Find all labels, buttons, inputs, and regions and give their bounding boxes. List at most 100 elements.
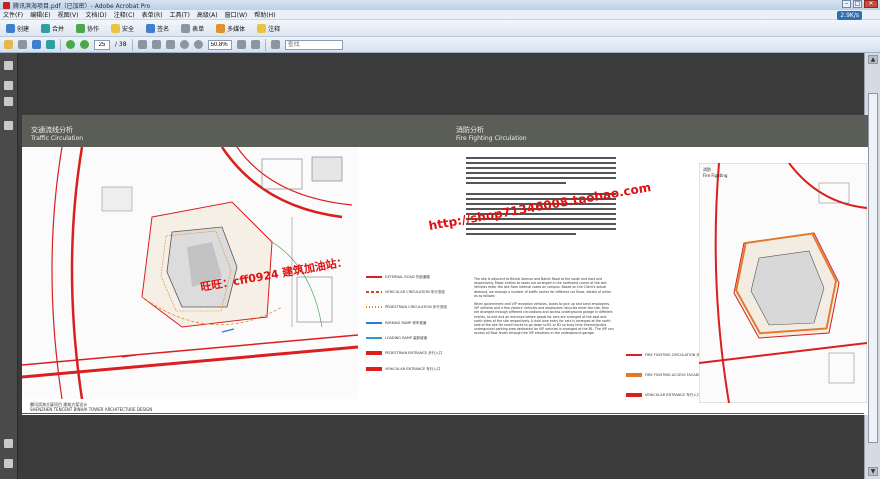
legend-item: PEDESTRIAN ENTRANCE 步行入口 <box>366 351 442 355</box>
multimedia-icon <box>216 23 226 33</box>
legend-item: FIRE FIGHTING CIRCULATION 消防车道 <box>626 353 710 357</box>
page-bottom-edge <box>22 413 864 414</box>
lock-icon[interactable] <box>4 61 13 70</box>
scroll-down-button[interactable]: ▼ <box>868 467 878 476</box>
loading-arrow-icon <box>366 337 382 339</box>
legend-item: EXTERNAL ROAD 外部道路 <box>366 275 430 279</box>
network-speed-badge: 2.9K/s <box>837 11 862 20</box>
select-tool-icon[interactable] <box>137 40 147 49</box>
page-number-input[interactable] <box>94 39 110 50</box>
fire-fighting-site-plan: 消防 Fire Fighting <box>699 163 867 403</box>
open-folder-icon[interactable] <box>4 40 13 49</box>
merge-button[interactable]: 合并 <box>39 23 66 34</box>
vehicular-entrance-icon <box>366 367 382 371</box>
legend-item: VEHICULAR ENTRANCE 车行入口 <box>626 393 700 397</box>
menu-file[interactable]: 文件(F) <box>3 10 23 19</box>
toolbar-separator <box>60 38 61 51</box>
save-icon[interactable] <box>46 40 55 49</box>
window-controls: – □ ✕ <box>842 0 878 8</box>
paperclip-icon[interactable] <box>4 459 13 468</box>
legend-item: PARKING RAMP 停车坡道 <box>366 321 426 325</box>
previous-page-icon[interactable] <box>66 40 75 49</box>
menu-comments[interactable]: 注释(C) <box>114 10 135 19</box>
legend-item: VEHICULAR CIRCULATION 车行流线 <box>366 290 445 294</box>
read-mode-icon[interactable] <box>270 40 280 49</box>
page-header-band: 交通流线分析 Traffic Circulation 消防分析 Fire Fig… <box>22 115 868 147</box>
legend-item: LOADING RAMP 装卸坡道 <box>366 336 427 340</box>
scroll-up-button[interactable]: ▲ <box>868 55 878 64</box>
legend-swatch <box>626 373 642 377</box>
toolbar-separator <box>264 38 266 51</box>
scroll-thumb[interactable] <box>868 93 878 443</box>
pedestrian-entrance-icon <box>366 351 382 355</box>
description-column: The site is adjacent to Binhai Avenue an… <box>462 155 622 336</box>
right-title-cn: 消防分析 <box>456 126 484 134</box>
merge-icon <box>41 23 51 33</box>
security-button[interactable]: 安全 <box>109 23 136 34</box>
left-title-en: Traffic Circulation <box>31 135 84 142</box>
navigation-toolbar: / 38 <box>0 37 880 53</box>
create-icon <box>6 23 15 33</box>
window-titlebar: 腾讯滨海项目.pdf（已加密）- Adobe Acrobat Pro – □ ✕ <box>0 0 880 10</box>
close-button[interactable]: ✕ <box>864 0 878 8</box>
fit-page-icon[interactable] <box>236 40 246 49</box>
inset-label-en: Fire Fighting <box>703 173 728 178</box>
legend-swatch <box>366 306 382 308</box>
caption-en: SHENZHEN TENCENT BINHAI TOWER ARCHITECTU… <box>30 407 153 412</box>
menu-help[interactable]: 帮助(H) <box>254 10 275 19</box>
zoom-tool-icon[interactable] <box>165 40 175 49</box>
maximize-button[interactable]: □ <box>853 0 862 8</box>
menu-tools[interactable]: 工具(T) <box>169 10 189 19</box>
bookmarks-icon[interactable] <box>4 97 13 106</box>
task-toolbar: 创建 合并 协作 安全 签名 表单 多媒体 注释 <box>0 20 880 37</box>
acrobat-icon <box>3 1 10 9</box>
left-title-cn: 交通流线分析 <box>31 126 73 134</box>
forms-icon <box>181 23 191 33</box>
pdf-page: 交通流线分析 Traffic Circulation 消防分析 Fire Fig… <box>22 115 868 415</box>
sign-button[interactable]: 签名 <box>144 23 171 34</box>
menu-window[interactable]: 窗口(W) <box>225 10 248 19</box>
menu-edit[interactable]: 编辑(E) <box>30 10 50 19</box>
menu-forms[interactable]: 表单(R) <box>142 10 163 19</box>
sign-icon <box>146 23 156 33</box>
window-title: 腾讯滨海项目.pdf（已加密）- Adobe Acrobat Pro <box>13 2 151 10</box>
menu-document[interactable]: 文档(D) <box>85 10 106 19</box>
collaborate-button[interactable]: 协作 <box>74 23 101 34</box>
legend-item: PEDESTRIAN CIRCULATION 步行流线 <box>366 305 447 309</box>
zoom-level-input[interactable] <box>207 39 232 50</box>
menu-view[interactable]: 视图(V) <box>58 10 79 19</box>
navigation-pane <box>0 53 18 479</box>
create-button[interactable]: 创建 <box>4 23 31 34</box>
fire-plan-drawing <box>699 163 867 403</box>
attachments-icon[interactable] <box>4 439 13 448</box>
print-icon[interactable] <box>18 40 27 49</box>
comment-icon <box>257 23 267 33</box>
legend-swatch <box>626 354 642 356</box>
forms-button[interactable]: 表单 <box>179 23 206 34</box>
legend-swatch <box>366 276 382 278</box>
english-paragraph-1: The site is adjacent to Binhai Avenue an… <box>474 277 612 298</box>
english-paragraph-2: When government and VIP reception vehicl… <box>474 302 614 336</box>
comment-button[interactable]: 注释 <box>255 23 282 34</box>
parking-arrow-icon <box>366 322 382 324</box>
zoom-out-icon[interactable] <box>179 40 189 49</box>
fit-width-icon[interactable] <box>250 40 260 49</box>
hand-tool-icon[interactable] <box>151 40 161 49</box>
page-caption: 腾讯滨海大厦项目 建筑方案设计 SHENZHEN TENCENT BINHAI … <box>30 402 152 412</box>
menu-advanced[interactable]: 高级(A) <box>197 10 218 19</box>
menubar: 文件(F) 编辑(E) 视图(V) 文档(D) 注释(C) 表单(R) 工具(T… <box>0 10 880 20</box>
legend-swatch <box>366 291 382 293</box>
signatures-icon[interactable] <box>4 121 13 130</box>
right-title-en: Fire Fighting Circulation <box>456 135 527 142</box>
multimedia-button[interactable]: 多媒体 <box>214 23 247 34</box>
minimize-button[interactable]: – <box>842 0 851 8</box>
email-icon[interactable] <box>32 40 41 49</box>
page-total-label: / 38 <box>115 41 127 48</box>
next-page-icon[interactable] <box>80 40 89 49</box>
security-lock-icon <box>111 23 121 33</box>
pages-icon[interactable] <box>4 81 13 90</box>
zoom-in-icon[interactable] <box>193 40 203 49</box>
toolbar-separator <box>131 38 133 51</box>
find-input[interactable] <box>284 39 343 50</box>
collaborate-icon <box>76 23 86 33</box>
